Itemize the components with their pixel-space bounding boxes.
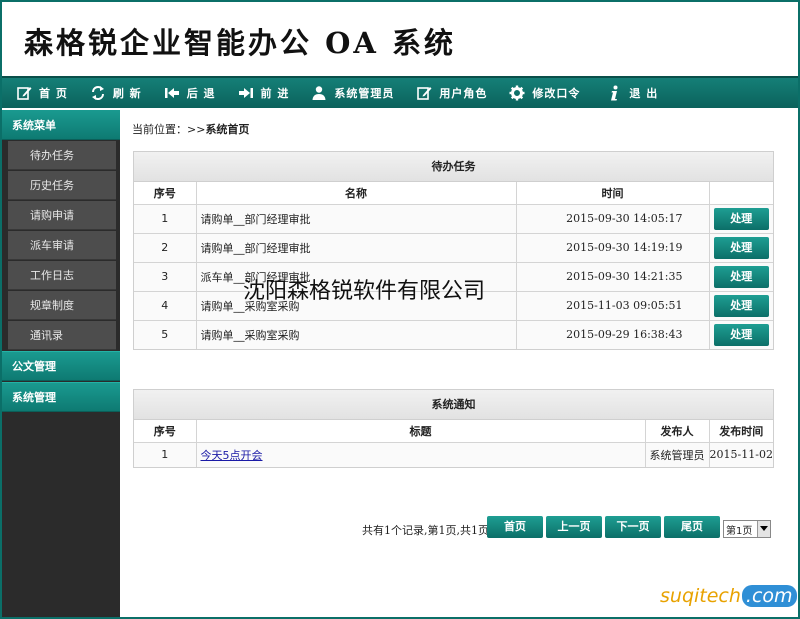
toolbar: 首 页 刷 新 后 退 前 进 系统管理员 用户角色 修改口令 退 出	[2, 76, 798, 108]
sidebar-item-rules[interactable]: 规章制度	[8, 291, 116, 320]
app-title: 森格锐企业智能办公 OA 系统	[24, 26, 456, 60]
next-page-button[interactable]: 下一页	[605, 516, 661, 538]
toolbar-change-password-button[interactable]: 修改口令	[509, 78, 580, 108]
row-number: 3	[134, 262, 197, 292]
toolbar-user-role-button[interactable]: 用户角色	[416, 78, 487, 108]
table-row: 1 请购单__部门经理审批 2015-09-30 14:05:17 处理	[134, 204, 773, 234]
pagination: 共有1个记录,第1页,共1页 首页 上一页 下一页 尾页 第1页	[360, 516, 776, 540]
breadcrumb-current: 系统首页	[205, 123, 250, 136]
row-number: 1	[134, 204, 197, 234]
pagination-info: 共有1个记录,第1页,共1页	[362, 524, 489, 537]
forward-icon	[238, 85, 254, 101]
task-time: 2015-09-30 14:19:19	[516, 233, 710, 263]
toolbar-back-button[interactable]: 后 退	[164, 78, 216, 108]
page-select-value: 第1页	[726, 525, 753, 537]
notices-panel: 系统通知 序号 标题 发布人 发布时间 1 今天5点开会 系统管理员 2015-…	[133, 389, 774, 468]
sidebar-section-system[interactable]: 系统管理	[2, 382, 120, 412]
user-icon	[311, 85, 327, 101]
toolbar-refresh-button[interactable]: 刷 新	[90, 78, 142, 108]
sidebar-section-documents[interactable]: 公文管理	[2, 351, 120, 381]
column-header: 序号	[134, 420, 197, 443]
column-header: 标题	[196, 420, 646, 443]
notice-title-link[interactable]: 今天5点开会	[201, 449, 263, 462]
company-watermark: 沈阳森格锐软件有限公司	[243, 279, 486, 304]
process-button[interactable]: 处理	[713, 207, 769, 230]
table-row: 2 请购单__部门经理审批 2015-09-30 14:19:19 处理	[134, 233, 773, 263]
toolbar-forward-button[interactable]: 前 进	[238, 78, 290, 108]
table-row: 1 今天5点开会 系统管理员 2015-11-02	[134, 442, 773, 467]
toolbar-home-button[interactable]: 首 页	[16, 78, 68, 108]
task-name: 请购单__部门经理审批	[196, 204, 517, 234]
breadcrumb: 当前位置：>>系统首页	[132, 121, 249, 137]
row-number: 5	[134, 320, 197, 349]
table-row: 5 请购单__采购室采购 2015-09-29 16:38:43 处理	[134, 320, 773, 349]
process-button[interactable]: 处理	[713, 236, 769, 259]
toolbar-admin-button[interactable]: 系统管理员	[311, 78, 394, 108]
prev-page-button[interactable]: 上一页	[546, 516, 602, 538]
app-header: 森格锐企业智能办公 OA 系统	[2, 2, 798, 76]
process-button[interactable]: 处理	[713, 323, 769, 346]
column-header: 发布时间	[709, 420, 773, 443]
notice-publisher: 系统管理员	[645, 442, 710, 467]
refresh-icon	[90, 85, 106, 101]
sidebar-item-todo[interactable]: 待办任务	[8, 141, 116, 170]
column-header: 序号	[134, 182, 197, 205]
notices-table: 序号 标题 发布人 发布时间 1 今天5点开会 系统管理员 2015-11-02	[134, 420, 773, 467]
tasks-panel-title: 待办任务	[134, 152, 773, 182]
sidebar-item-history[interactable]: 历史任务	[8, 171, 116, 200]
notice-date: 2015-11-02	[709, 442, 773, 467]
sidebar-item-worklog[interactable]: 工作日志	[8, 261, 116, 290]
row-number: 4	[134, 291, 197, 321]
column-header: 发布人	[645, 420, 710, 443]
sidebar: 系统菜单 待办任务 历史任务 请购申请 派车审请 工作日志 规章制度 通讯录 公…	[2, 110, 120, 617]
info-icon	[606, 85, 622, 101]
page-select[interactable]: 第1页	[723, 520, 771, 538]
column-header: 名称	[196, 182, 517, 205]
suqitech-logo: suqitech .com	[660, 585, 797, 607]
row-number: 1	[134, 442, 197, 467]
task-name: 请购单__采购室采购	[196, 320, 517, 349]
breadcrumb-prefix: 当前位置：>>	[132, 123, 206, 136]
column-header	[709, 182, 773, 205]
last-page-button[interactable]: 尾页	[664, 516, 720, 538]
gear-icon	[509, 85, 525, 101]
sidebar-item-contacts[interactable]: 通讯录	[8, 321, 116, 350]
column-header: 时间	[516, 182, 710, 205]
notices-panel-title: 系统通知	[134, 390, 773, 420]
process-button[interactable]: 处理	[713, 265, 769, 288]
edit-icon	[16, 85, 32, 101]
task-time: 2015-09-30 14:21:35	[516, 262, 710, 292]
task-time: 2015-09-30 14:05:17	[516, 204, 710, 234]
tasks-table: 序号 名称 时间 1 请购单__部门经理审批 2015-09-30 14:05:…	[134, 182, 773, 349]
edit-icon	[416, 85, 432, 101]
chevron-down-icon	[757, 521, 770, 537]
toolbar-logout-button[interactable]: 退 出	[606, 78, 658, 108]
table-header-row: 序号 名称 时间	[134, 182, 773, 205]
process-button[interactable]: 处理	[713, 294, 769, 317]
back-icon	[164, 85, 180, 101]
task-name: 请购单__部门经理审批	[196, 233, 517, 263]
sidebar-item-car[interactable]: 派车审请	[8, 231, 116, 260]
sidebar-item-purchase[interactable]: 请购申请	[8, 201, 116, 230]
task-time: 2015-09-29 16:38:43	[516, 320, 710, 349]
row-number: 2	[134, 233, 197, 263]
first-page-button[interactable]: 首页	[487, 516, 543, 538]
table-header-row: 序号 标题 发布人 发布时间	[134, 420, 773, 443]
sidebar-menu-title[interactable]: 系统菜单	[2, 110, 120, 140]
tasks-panel: 待办任务 序号 名称 时间 1 请购单__部门经理审批 2015-09-30 1…	[133, 151, 774, 350]
task-time: 2015-11-03 09:05:51	[516, 291, 710, 321]
